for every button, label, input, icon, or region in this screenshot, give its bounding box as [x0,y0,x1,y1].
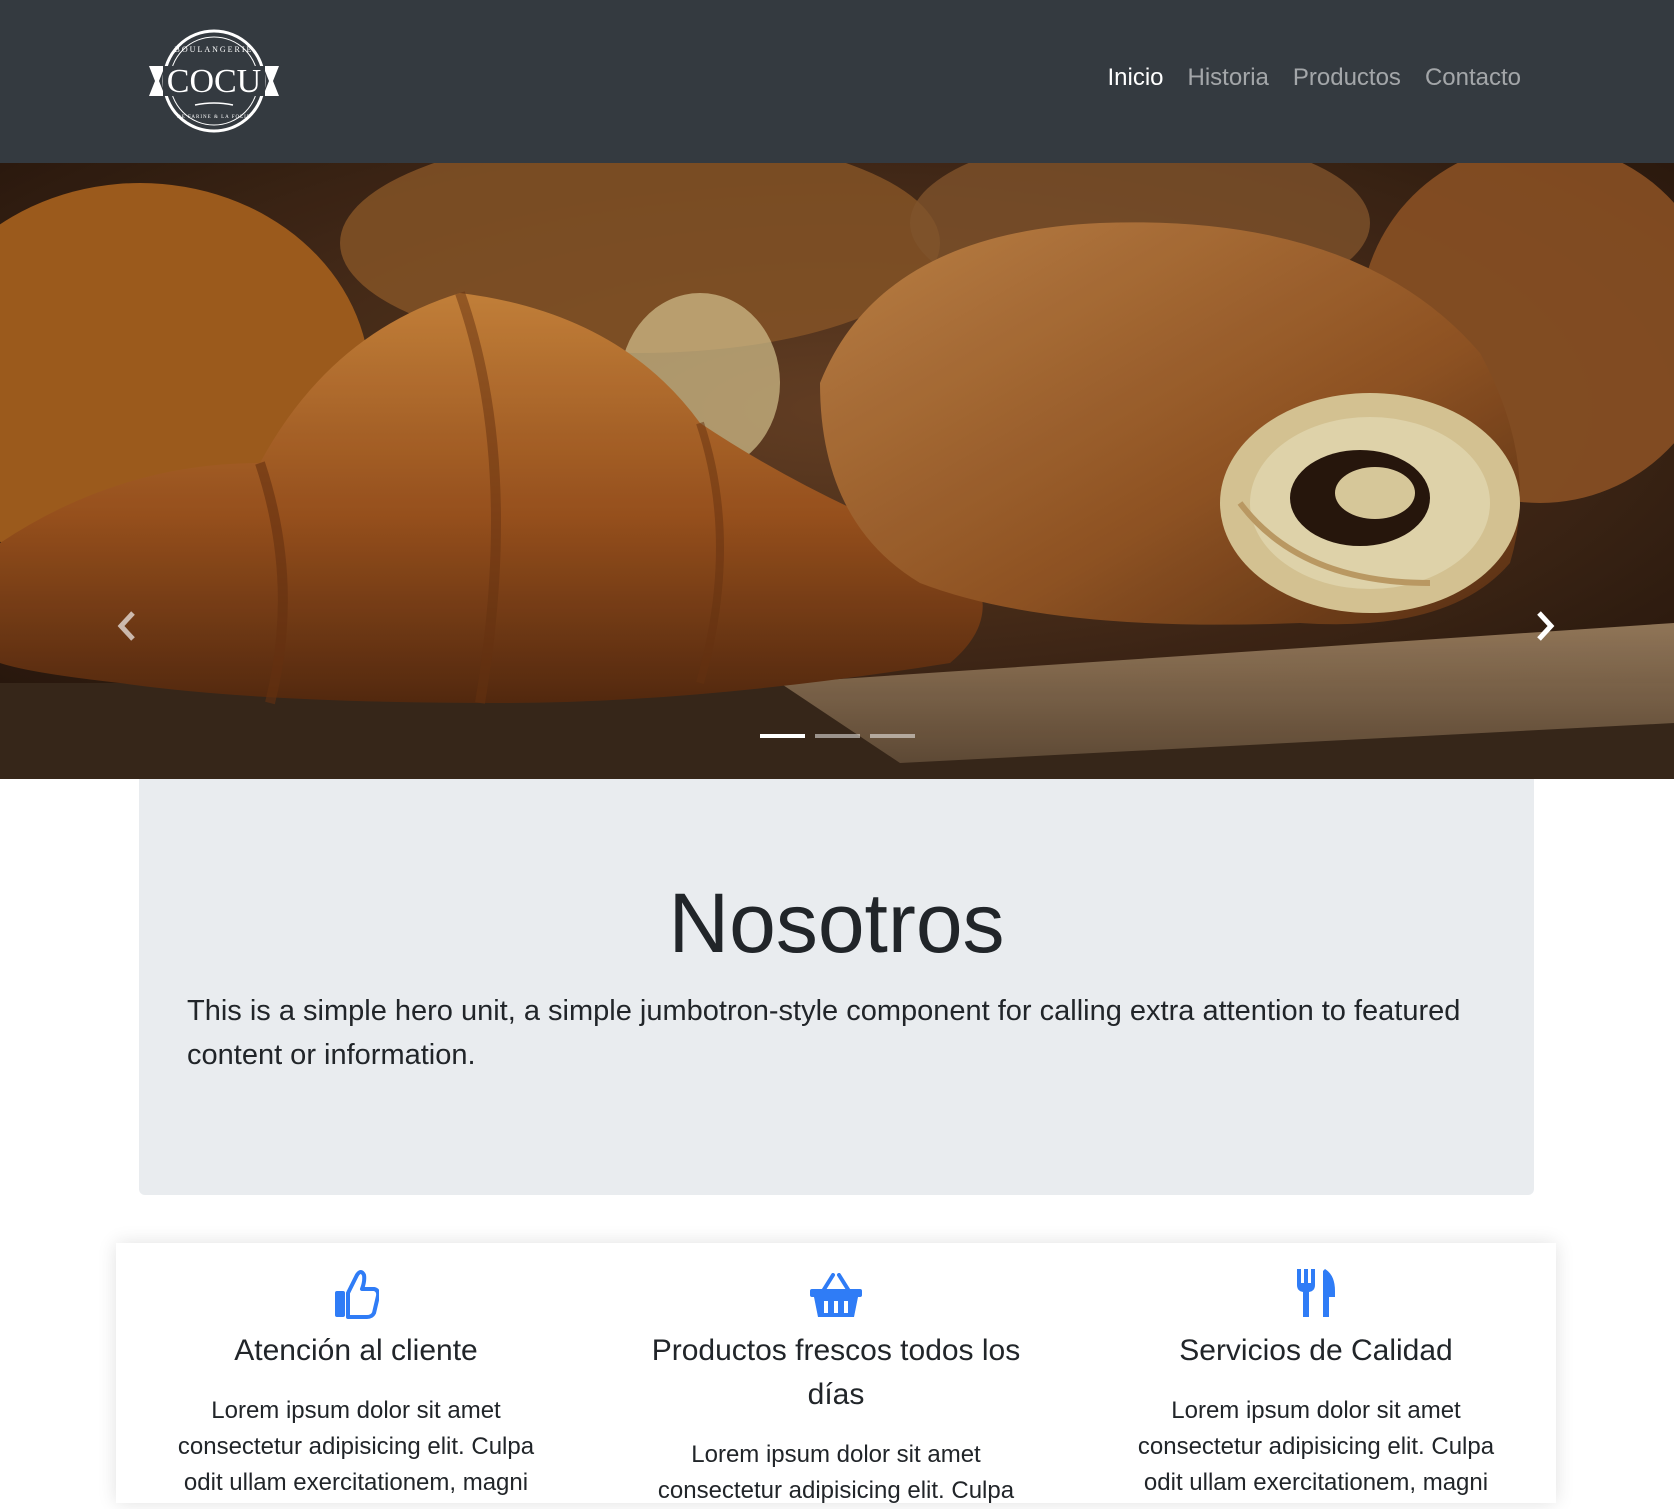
nav-link-historia[interactable]: Historia [1188,64,1269,92]
about-jumbotron: Nosotros This is a simple hero unit, a s… [139,779,1534,1195]
feature-card: Servicios de Calidad Lorem ipsum dolor s… [1076,1243,1556,1503]
shopping-basket-icon [810,1273,862,1317]
chevron-left-icon [117,611,135,641]
carousel-next-button[interactable] [1526,591,1566,661]
features-section: Atención al cliente Lorem ipsum dolor si… [116,1243,1556,1504]
feature-title: Atención al cliente [234,1334,478,1367]
carousel-prev-button[interactable] [106,591,146,661]
carousel-indicator-1[interactable] [760,734,805,738]
feature-text: Lorem ipsum dolor sit amet consectetur a… [1137,1397,1495,1496]
nav-link-contacto[interactable]: Contacto [1425,64,1521,92]
jumbotron-title: Nosotros [668,876,1005,970]
carousel-indicator-3[interactable] [870,734,915,738]
chevron-right-icon [1537,611,1555,641]
thumbs-up-icon [335,1270,379,1319]
feature-title: Productos frescos todos los días [651,1334,1021,1411]
nav-link-inicio[interactable]: Inicio [1107,64,1163,92]
carousel-indicators [760,734,915,738]
hero-carousel [0,163,1674,779]
croissant-photo [0,163,1674,779]
feature-text: Lorem ipsum dolor sit amet consectetur a… [657,1441,1015,1504]
carousel-indicator-2[interactable] [815,734,860,738]
brand-name: COCU [167,63,261,100]
jumbotron-text: This is a simple hero unit, a simple jum… [187,995,1461,1071]
main-nav: Inicio Historia Productos Contacto [1107,64,1521,92]
nav-link-productos[interactable]: Productos [1293,64,1401,92]
brand-top-text: BOULANGERIE [175,45,254,54]
navbar: COCU BOULANGERIE DE FARINE & LA FOLIE In… [0,0,1674,163]
logo-badge-icon: COCU BOULANGERIE DE FARINE & LA FOLIE [149,29,279,133]
feature-card: Atención al cliente Lorem ipsum dolor si… [116,1243,596,1503]
feature-text: Lorem ipsum dolor sit amet consectetur a… [177,1397,535,1496]
utensils-icon [1297,1269,1335,1317]
feature-title: Servicios de Calidad [1179,1334,1453,1367]
brand-logo[interactable]: COCU BOULANGERIE DE FARINE & LA FOLIE [145,28,283,134]
feature-card: Productos frescos todos los días Lorem i… [596,1243,1076,1504]
brand-bottom-text: DE FARINE & LA FOLIE [177,115,251,120]
